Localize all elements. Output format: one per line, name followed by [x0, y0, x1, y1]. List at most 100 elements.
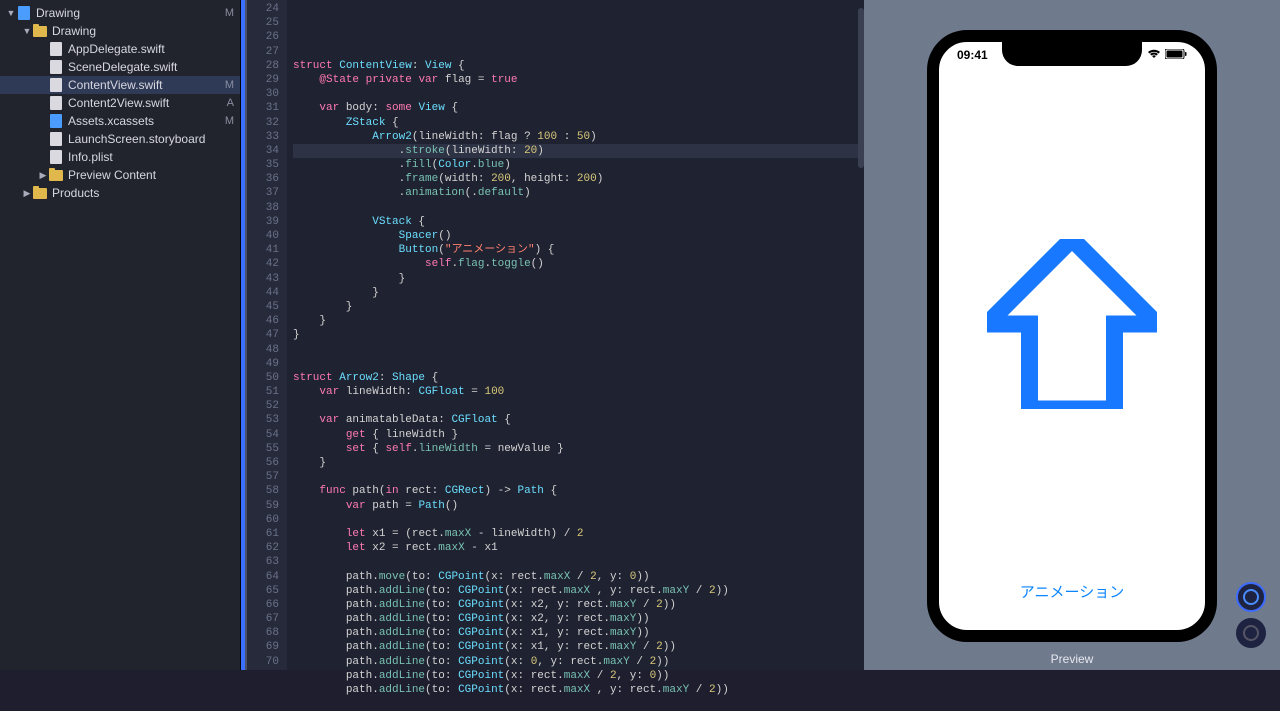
code-line[interactable] [293, 555, 864, 569]
preview-content: アニメーション [939, 78, 1205, 630]
code-line[interactable] [293, 343, 864, 357]
code-line[interactable]: } [293, 328, 864, 342]
code-line[interactable]: path.addLine(to: CGPoint(x: rect.maxX , … [293, 584, 864, 598]
disclosure-triangle-icon[interactable]: ▶ [22, 188, 32, 199]
navigator-item[interactable]: ▶ Preview Content [0, 166, 240, 184]
code-line[interactable]: .stroke(lineWidth: 20) [293, 144, 864, 158]
code-line[interactable] [293, 45, 864, 59]
code-line[interactable]: path.addLine(to: CGPoint(x: rect.maxX / … [293, 669, 864, 683]
scm-status-badge: M [220, 115, 234, 127]
canvas-preview-panel: 09:41 アニメーション Preview [864, 0, 1280, 670]
navigator-item-label: LaunchScreen.storyboard [68, 132, 220, 146]
disclosure-triangle-icon[interactable]: ▶ [38, 170, 48, 181]
navigator-item[interactable]: AppDelegate.swift [0, 40, 240, 58]
canvas-live-button[interactable] [1236, 582, 1266, 612]
navigator-item-label: Drawing [52, 24, 220, 38]
arrow-shape [987, 239, 1157, 409]
code-line[interactable]: @State private var flag = true [293, 73, 864, 87]
code-line[interactable]: self.flag.toggle() [293, 257, 864, 271]
plist-icon [48, 149, 64, 165]
code-line[interactable]: path.move(to: CGPoint(x: rect.maxX / 2, … [293, 570, 864, 584]
code-line[interactable]: var body: some View { [293, 101, 864, 115]
navigator-item[interactable]: SceneDelegate.swift [0, 58, 240, 76]
navigator-item[interactable]: LaunchScreen.storyboard [0, 130, 240, 148]
code-line[interactable]: } [293, 456, 864, 470]
code-line[interactable]: struct ContentView: View { [293, 59, 864, 73]
code-line[interactable]: var path = Path() [293, 499, 864, 513]
code-line[interactable] [293, 697, 864, 711]
code-line[interactable]: ZStack { [293, 116, 864, 130]
code-line[interactable]: } [293, 314, 864, 328]
code-line[interactable]: path.addLine(to: CGPoint(x: x2, y: rect.… [293, 598, 864, 612]
swift-icon [48, 95, 64, 111]
proj-icon [16, 5, 32, 21]
navigator-item-label: Assets.xcassets [68, 114, 220, 128]
canvas-inspect-button[interactable] [1236, 618, 1266, 648]
code-line[interactable]: struct Arrow2: Shape { [293, 371, 864, 385]
folder-icon [32, 23, 48, 39]
status-indicators [1147, 48, 1187, 62]
scm-status-badge: A [220, 97, 234, 109]
code-line[interactable]: path.addLine(to: CGPoint(x: rect.maxX , … [293, 683, 864, 697]
project-navigator[interactable]: ▼DrawingM▼DrawingAppDelegate.swiftSceneD… [0, 0, 241, 670]
navigator-item-label: Drawing [36, 6, 220, 20]
code-line[interactable]: path.addLine(to: CGPoint(x: x1, y: rect.… [293, 640, 864, 654]
code-line[interactable] [293, 399, 864, 413]
code-line[interactable]: Arrow2(lineWidth: flag ? 100 : 50) [293, 130, 864, 144]
swift-icon [48, 59, 64, 75]
navigator-item-label: Preview Content [68, 168, 220, 182]
wifi-icon [1147, 49, 1161, 62]
code-line[interactable]: .animation(.default) [293, 186, 864, 200]
battery-icon [1165, 49, 1187, 62]
code-line[interactable]: } [293, 286, 864, 300]
scm-status-badge: M [220, 79, 234, 91]
navigator-item[interactable]: Info.plist [0, 148, 240, 166]
source-editor[interactable]: 2425262728293031323334353637383940414243… [241, 0, 864, 670]
navigator-item-label: Info.plist [68, 150, 220, 164]
code-line[interactable] [293, 357, 864, 371]
code-line[interactable]: .fill(Color.blue) [293, 158, 864, 172]
navigator-item[interactable]: ▼ DrawingM [0, 4, 240, 22]
navigator-item[interactable]: ▶ Products [0, 184, 240, 202]
code-line[interactable] [293, 87, 864, 101]
code-line[interactable]: path.addLine(to: CGPoint(x: x1, y: rect.… [293, 626, 864, 640]
navigator-item-label: AppDelegate.swift [68, 42, 220, 56]
disclosure-triangle-icon[interactable]: ▼ [6, 8, 16, 18]
code-line[interactable]: .frame(width: 200, height: 200) [293, 172, 864, 186]
navigator-item[interactable]: ▼ Drawing [0, 22, 240, 40]
navigator-item-label: Products [52, 186, 220, 200]
code-line[interactable]: Spacer() [293, 229, 864, 243]
code-line[interactable]: } [293, 272, 864, 286]
code-line[interactable]: get { lineWidth } [293, 428, 864, 442]
status-bar: 09:41 [939, 48, 1205, 62]
code-line[interactable]: VStack { [293, 215, 864, 229]
code-line[interactable]: var lineWidth: CGFloat = 100 [293, 385, 864, 399]
navigator-item-label: ContentView.swift [68, 78, 220, 92]
code-area[interactable]: struct ContentView: View { @State privat… [287, 0, 864, 670]
code-line[interactable] [293, 201, 864, 215]
code-line[interactable]: let x2 = rect.maxX - x1 [293, 541, 864, 555]
disclosure-triangle-icon[interactable]: ▼ [22, 26, 32, 36]
code-line[interactable]: } [293, 300, 864, 314]
folder-icon [48, 167, 64, 183]
navigator-item[interactable]: Assets.xcassetsM [0, 112, 240, 130]
code-line[interactable]: func path(in rect: CGRect) -> Path { [293, 484, 864, 498]
code-line[interactable]: set { self.lineWidth = newValue } [293, 442, 864, 456]
code-line[interactable]: let x1 = (rect.maxX - lineWidth) / 2 [293, 527, 864, 541]
code-line[interactable] [293, 513, 864, 527]
code-line[interactable]: path.addLine(to: CGPoint(x: 0, y: rect.m… [293, 655, 864, 669]
asset-icon [48, 113, 64, 129]
animation-button[interactable]: アニメーション [1020, 581, 1124, 602]
scm-status-badge: M [220, 7, 234, 19]
status-time: 09:41 [957, 48, 988, 62]
code-line[interactable]: var animatableData: CGFloat { [293, 413, 864, 427]
code-line[interactable]: path.addLine(to: CGPoint(x: x2, y: rect.… [293, 612, 864, 626]
line-number-gutter: 2425262728293031323334353637383940414243… [247, 0, 287, 670]
swift-icon [48, 77, 64, 93]
navigator-item[interactable]: ContentView.swiftM [0, 76, 240, 94]
code-line[interactable] [293, 470, 864, 484]
navigator-item[interactable]: Content2View.swiftA [0, 94, 240, 112]
code-line[interactable]: Button("アニメーション") { [293, 243, 864, 257]
swift-icon [48, 41, 64, 57]
navigator-item-label: Content2View.swift [68, 96, 220, 110]
